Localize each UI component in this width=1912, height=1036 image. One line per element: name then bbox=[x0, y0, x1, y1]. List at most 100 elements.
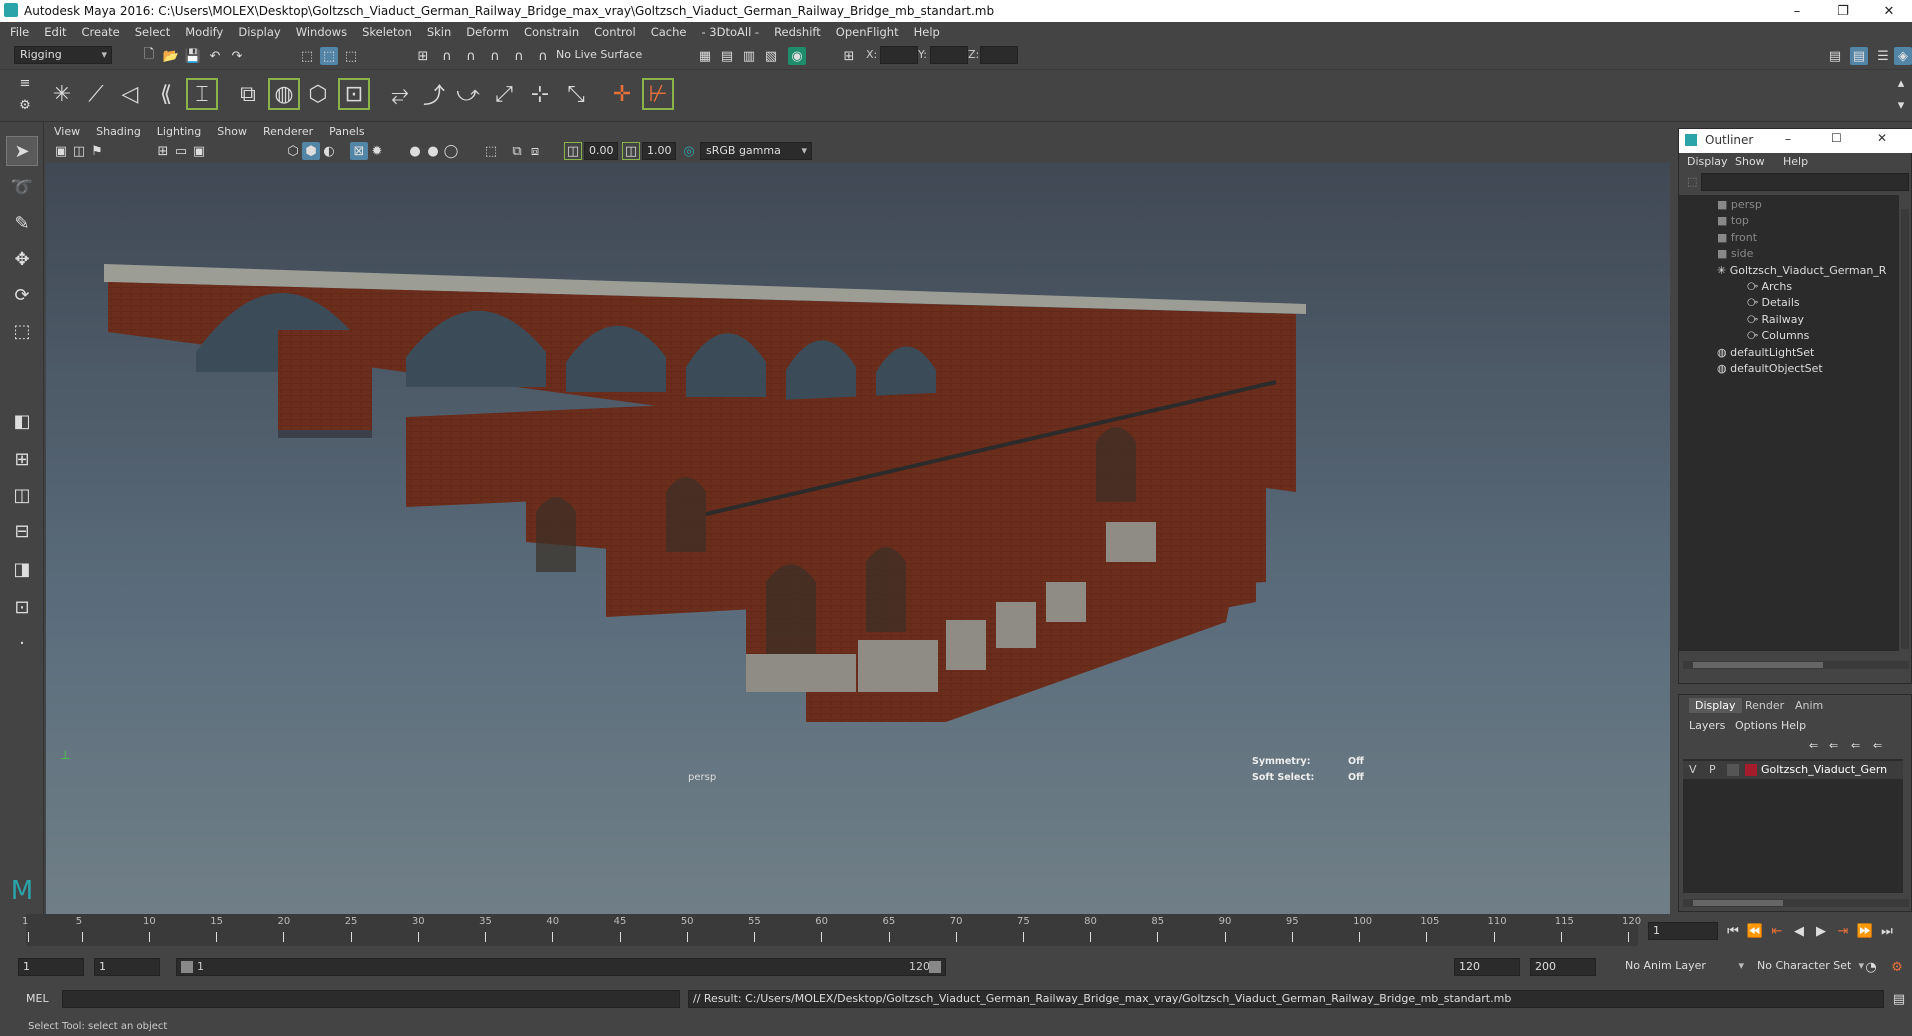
hypershade-icon[interactable]: ◉ bbox=[788, 47, 806, 65]
xray-active-icon[interactable]: ⧉ bbox=[508, 142, 526, 160]
anim-layer-dropdown[interactable]: No Anim Layer bbox=[1620, 958, 1748, 976]
outliner-menu-item[interactable]: Help bbox=[1783, 155, 1808, 168]
menu-item[interactable]: Help bbox=[914, 25, 940, 39]
range-end-handle[interactable] bbox=[929, 961, 941, 973]
snap-curve-icon[interactable]: ∩ bbox=[438, 47, 456, 65]
layer-row[interactable]: V P Goltzsch_Viaduct_Gern bbox=[1683, 761, 1903, 779]
ipr-render-icon[interactable]: ▥ bbox=[740, 47, 758, 65]
script-editor-icon[interactable]: ▤ bbox=[1890, 990, 1908, 1008]
select-hierarchy-icon[interactable]: ⬚ bbox=[298, 47, 316, 65]
outliner-menu-item[interactable]: Display bbox=[1687, 155, 1728, 168]
move-layer-up-icon[interactable]: ⇐ bbox=[1809, 739, 1818, 752]
layout-more-icon[interactable]: · bbox=[6, 628, 38, 658]
shelf-scroll-up-icon[interactable]: ▴ bbox=[1892, 74, 1910, 92]
outliner-minimize-icon[interactable]: – bbox=[1785, 132, 1791, 146]
orient-constraint-icon[interactable]: ⤻ bbox=[452, 78, 484, 110]
menu-item[interactable]: Skeleton bbox=[362, 25, 412, 39]
textured-icon[interactable]: ◐ bbox=[320, 142, 338, 160]
persp-graph-icon[interactable]: ⊟ bbox=[6, 516, 38, 546]
layer-menu-item[interactable]: Layers bbox=[1689, 719, 1725, 732]
xray-joints-icon[interactable]: ⬚ bbox=[482, 142, 500, 160]
aim-constraint-icon[interactable]: ⊹ bbox=[524, 78, 556, 110]
camera-attributes-icon[interactable]: ◫ bbox=[70, 142, 88, 160]
layer-tab[interactable]: Render bbox=[1739, 698, 1790, 713]
layer-tab[interactable]: Display bbox=[1689, 698, 1742, 713]
isolate-select-icon[interactable]: ◯ bbox=[442, 142, 460, 160]
time-slider[interactable]: 1 5 10 15 20 25 30 35 40 45 50 55 60 65 70 75 80 85 90 95 10… bbox=[0, 914, 1912, 950]
outliner-item[interactable]: ✳ Goltzsch_Viaduct_German_R bbox=[1717, 261, 1886, 281]
outliner-close-icon[interactable]: ✕ bbox=[1877, 131, 1887, 145]
menu-item[interactable]: Create bbox=[82, 25, 120, 39]
menu-item[interactable]: Windows bbox=[296, 25, 347, 39]
new-layer-selected-icon[interactable]: ⇐ bbox=[1873, 739, 1882, 752]
character-set-dropdown[interactable]: No Character Set bbox=[1752, 958, 1868, 976]
layer-menu-item[interactable]: Options bbox=[1735, 719, 1777, 732]
create-joints-icon[interactable]: ✳ bbox=[46, 78, 78, 110]
side-by-side-icon[interactable]: ◫ bbox=[6, 480, 38, 510]
menu-item[interactable]: Select bbox=[135, 25, 170, 39]
go-to-end-icon[interactable]: ⏭ bbox=[1878, 922, 1896, 940]
menu-item[interactable]: Redshift bbox=[774, 25, 821, 39]
play-forwards-icon[interactable]: ▶ bbox=[1812, 922, 1830, 940]
end-frame-field[interactable]: 200 bbox=[1530, 958, 1596, 976]
viewport-menu-item[interactable]: Shading bbox=[96, 125, 141, 138]
layer-color-swatch[interactable] bbox=[1745, 764, 1757, 776]
menu-item[interactable]: OpenFlight bbox=[836, 25, 899, 39]
y-field[interactable] bbox=[930, 46, 968, 64]
playback-end-field[interactable]: 120 bbox=[1454, 958, 1520, 976]
menu-item[interactable]: Cache bbox=[651, 25, 687, 39]
snap-view-icon[interactable]: ∩ bbox=[486, 47, 504, 65]
outliner-menu-item[interactable]: Show bbox=[1735, 155, 1765, 168]
viewport-menu-item[interactable]: View bbox=[54, 125, 80, 138]
layer-h-scrollbar[interactable] bbox=[1683, 899, 1909, 907]
go-to-start-icon[interactable]: ⏮ bbox=[1724, 922, 1742, 940]
cluster-icon[interactable]: ⧉ bbox=[232, 78, 264, 110]
color-space-dropdown[interactable]: sRGB gamma bbox=[700, 142, 812, 160]
shadows-icon[interactable]: ● bbox=[406, 142, 424, 160]
select-camera-icon[interactable]: ▣ bbox=[52, 142, 70, 160]
color-management-icon[interactable]: ◎ bbox=[680, 142, 698, 160]
exposure-field[interactable]: 0.00 bbox=[584, 142, 618, 160]
layer-display-type[interactable] bbox=[1727, 764, 1739, 776]
bind-skin-icon[interactable]: ⟪ bbox=[150, 78, 182, 110]
gamma-field[interactable]: 1.00 bbox=[642, 142, 676, 160]
viewport-menu-item[interactable]: Renderer bbox=[263, 125, 313, 138]
outliner-search-input[interactable] bbox=[1701, 173, 1909, 191]
new-scene-icon[interactable]: 🗋 bbox=[140, 47, 158, 65]
open-scene-icon[interactable]: 📂 bbox=[162, 47, 180, 65]
channel-box-icon[interactable]: ◈ bbox=[1894, 47, 1912, 65]
film-gate-icon[interactable]: ▭ bbox=[172, 142, 190, 160]
undo-icon[interactable]: ↶ bbox=[206, 47, 224, 65]
select-component-icon[interactable]: ⬚ bbox=[342, 47, 360, 65]
shelf-scroll-down-icon[interactable]: ▾ bbox=[1892, 96, 1910, 114]
outliner-layout-icon[interactable]: ⊡ bbox=[6, 592, 38, 622]
outliner-maximize-icon[interactable]: ☐ bbox=[1831, 131, 1842, 145]
auto-key-icon[interactable]: ◔ bbox=[1862, 958, 1880, 976]
current-frame-field[interactable]: 1 bbox=[1648, 922, 1718, 940]
wireframe-icon[interactable]: ⬡ bbox=[284, 142, 302, 160]
start-frame-field[interactable]: 1 bbox=[18, 958, 84, 976]
lasso-tool-icon[interactable]: ➰ bbox=[6, 172, 38, 202]
redo-icon[interactable]: ↷ bbox=[228, 47, 246, 65]
menu-item[interactable]: - 3DtoAll - bbox=[701, 25, 759, 39]
lattice-icon[interactable]: ◍ bbox=[268, 78, 300, 110]
step-forward-frame-icon[interactable]: ⇥ bbox=[1834, 922, 1852, 940]
paint-select-icon[interactable]: ✎ bbox=[6, 208, 38, 238]
select-tool-icon[interactable]: ➤ bbox=[6, 136, 38, 166]
single-view-icon[interactable]: ◧ bbox=[6, 406, 38, 436]
viewport-menu-item[interactable]: Lighting bbox=[157, 125, 201, 138]
new-layer-icon[interactable]: ⇐ bbox=[1851, 739, 1860, 752]
select-object-icon[interactable]: ⬚ bbox=[320, 47, 338, 65]
move-tool-icon[interactable]: ✥ bbox=[6, 244, 38, 274]
range-bar[interactable]: 1 120 bbox=[176, 958, 946, 976]
menu-item[interactable]: Display bbox=[238, 25, 280, 39]
menu-item[interactable]: Edit bbox=[44, 25, 66, 39]
locator-icon[interactable]: ✛ bbox=[606, 78, 638, 110]
four-view-icon[interactable]: ⊞ bbox=[6, 444, 38, 474]
snap-pivot-icon[interactable]: ∩ bbox=[534, 47, 552, 65]
bookmarks-icon[interactable]: ⚑ bbox=[88, 142, 106, 160]
anim-preferences-icon[interactable]: ⚙ bbox=[1888, 958, 1906, 976]
layer-menu-item[interactable]: Help bbox=[1781, 719, 1806, 732]
parent-constraint-icon[interactable]: ⥂ bbox=[384, 78, 416, 110]
tool-settings-icon[interactable]: ☰ bbox=[1874, 47, 1892, 65]
